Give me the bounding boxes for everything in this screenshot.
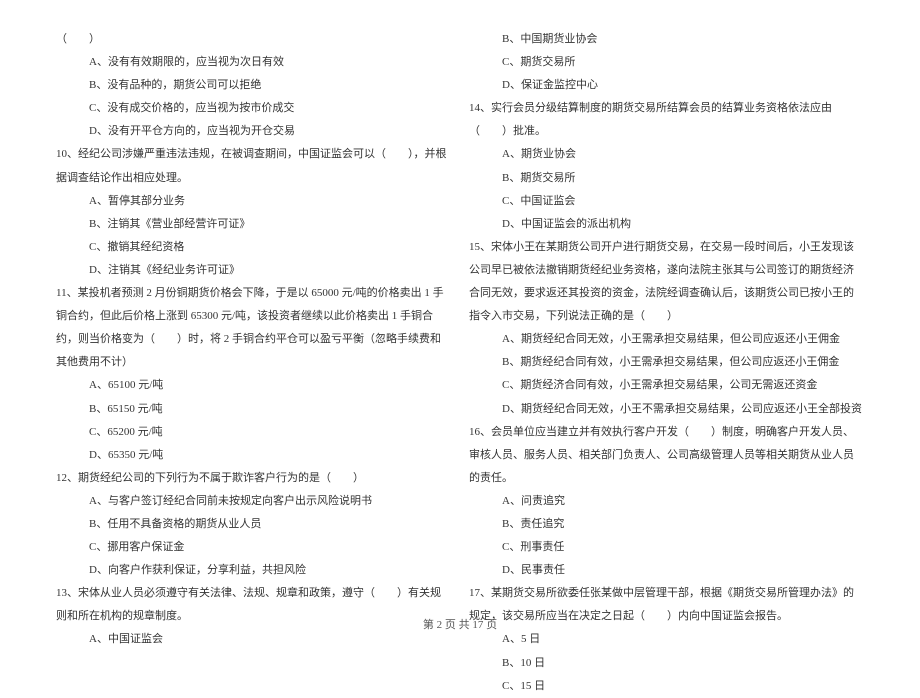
option-c: C、没有成交价格的，应当视为按市价成交 [56,97,451,120]
option-b: B、注销其《营业部经营许可证》 [56,213,451,236]
option-d: D、民事责任 [469,559,864,582]
question-14: 14、实行会员分级结算制度的期货交易所结算会员的结算业务资格依法应由（ ）批准。 [469,97,864,143]
option-b: B、任用不具备资格的期货从业人员 [56,513,451,536]
option-b: B、期货交易所 [469,167,864,190]
option-d: D、保证金监控中心 [469,74,864,97]
question-15: 15、宋体小王在某期货公司开户进行期货交易，在交易一段时间后，小王发现该公司早已… [469,236,864,328]
option-c: C、期货交易所 [469,51,864,74]
option-c: C、15 日 [469,675,864,698]
option-d: D、65350 元/吨 [56,444,451,467]
option-b: B、没有品种的，期货公司可以拒绝 [56,74,451,97]
option-a: A、65100 元/吨 [56,374,451,397]
option-d: D、中国证监会的派出机构 [469,213,864,236]
page-body: （ ） A、没有有效期限的，应当视为次日有效 B、没有品种的，期货公司可以拒绝 … [0,0,920,698]
option-a: A、暂停其部分业务 [56,190,451,213]
option-a: A、与客户签订经纪合同前未按规定向客户出示风险说明书 [56,490,451,513]
option-d: D、期货经纪合同无效，小王不需承担交易结果，公司应返还小王全部投资 [469,398,864,421]
option-a: A、期货业协会 [469,143,864,166]
option-c: C、中国证监会 [469,190,864,213]
option-d: D、向客户作获利保证，分享利益，共担风险 [56,559,451,582]
question-11: 11、某投机者预测 2 月份铜期货价格会下降，于是以 65000 元/吨的价格卖… [56,282,451,374]
option-b: B、中国期货业协会 [469,28,864,51]
option-b: B、65150 元/吨 [56,398,451,421]
option-c: C、撤销其经纪资格 [56,236,451,259]
option-d: D、没有开平仓方向的，应当视为开仓交易 [56,120,451,143]
question-10: 10、经纪公司涉嫌严重违法违规，在被调查期间，中国证监会可以（ ），并根据调查结… [56,143,451,189]
question-16: 16、会员单位应当建立并有效执行客户开发（ ）制度，明确客户开发人员、审核人员、… [469,421,864,490]
option-c: C、挪用客户保证金 [56,536,451,559]
option-a: A、期货经纪合同无效，小王需承担交易结果，但公司应返还小王佣金 [469,328,864,351]
option-d: D、注销其《经纪业务许可证》 [56,259,451,282]
option-b: B、10 日 [469,652,864,675]
option-a: A、没有有效期限的，应当视为次日有效 [56,51,451,74]
blank-paren: （ ） [56,28,451,51]
option-a: A、问责追究 [469,490,864,513]
option-c: C、65200 元/吨 [56,421,451,444]
option-c: C、期货经济合同有效，小王需承担交易结果，公司无需返还资金 [469,374,864,397]
option-c: C、刑事责任 [469,536,864,559]
left-column: （ ） A、没有有效期限的，应当视为次日有效 B、没有品种的，期货公司可以拒绝 … [56,28,451,698]
page-footer: 第 2 页 共 17 页 [0,616,920,632]
question-12: 12、期货经纪公司的下列行为不属于欺诈客户行为的是（ ） [56,467,451,490]
option-b: B、期货经纪合同有效，小王需承担交易结果，但公司应返还小王佣金 [469,351,864,374]
right-column: B、中国期货业协会 C、期货交易所 D、保证金监控中心 14、实行会员分级结算制… [469,28,864,698]
option-b: B、责任追究 [469,513,864,536]
